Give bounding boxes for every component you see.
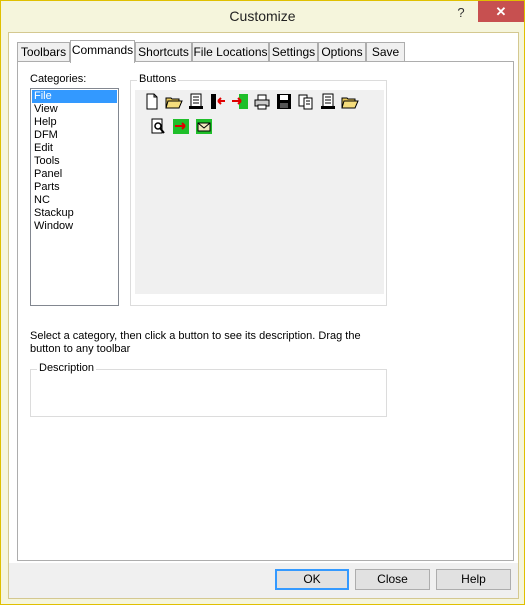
tab-settings[interactable]: Settings xyxy=(269,42,318,62)
print-preview-icon[interactable] xyxy=(149,118,167,135)
open-folder-icon[interactable] xyxy=(341,93,359,110)
category-item-panel[interactable]: Panel xyxy=(32,168,117,181)
category-item-parts[interactable]: Parts xyxy=(32,181,117,194)
buttons-group-label: Buttons xyxy=(137,73,179,85)
import-icon[interactable] xyxy=(231,93,249,110)
tab-file-locations[interactable]: File Locations xyxy=(192,42,269,62)
category-item-stackup[interactable]: Stackup xyxy=(32,207,117,220)
description-groupbox xyxy=(30,369,387,417)
tab-options[interactable]: Options xyxy=(318,42,366,62)
category-item-file[interactable]: File xyxy=(32,90,117,103)
export-mail-icon[interactable] xyxy=(195,118,213,135)
save-icon[interactable] xyxy=(275,93,293,110)
close-button[interactable]: Close xyxy=(355,569,430,590)
title-close-button[interactable]: ✕ xyxy=(478,1,524,22)
help-button[interactable]: Help xyxy=(436,569,511,590)
window-title: Customize xyxy=(229,8,296,24)
title-bar[interactable]: Customize ? ✕ xyxy=(1,1,524,32)
document-icon[interactable] xyxy=(319,93,337,110)
tab-toolbars[interactable]: Toolbars xyxy=(17,42,70,62)
category-item-help[interactable]: Help xyxy=(32,116,117,129)
category-item-dfm[interactable]: DFM xyxy=(32,129,117,142)
exit-icon[interactable] xyxy=(209,93,227,110)
category-item-window[interactable]: Window xyxy=(32,220,117,233)
tab-save[interactable]: Save xyxy=(366,42,405,62)
title-help-button[interactable]: ? xyxy=(447,2,475,23)
category-item-nc[interactable]: NC xyxy=(32,194,117,207)
category-item-tools[interactable]: Tools xyxy=(32,155,117,168)
copy-files-icon[interactable] xyxy=(297,93,315,110)
tab-commands[interactable]: Commands xyxy=(70,40,135,63)
categories-listbox[interactable]: File View Help DFM Edit Tools Panel Part… xyxy=(30,88,119,306)
category-item-view[interactable]: View xyxy=(32,103,117,116)
dialog-client-area: Toolbars Commands Shortcuts File Locatio… xyxy=(8,32,519,599)
ok-button[interactable]: OK xyxy=(275,569,349,590)
description-group-label: Description xyxy=(37,362,97,374)
buttons-palette xyxy=(135,90,384,294)
document-icon[interactable] xyxy=(187,93,205,110)
customize-dialog: Customize ? ✕ Toolbars Commands Shortcut… xyxy=(0,0,525,605)
print-icon[interactable] xyxy=(253,93,271,110)
open-folder-icon[interactable] xyxy=(165,93,183,110)
import-icon[interactable] xyxy=(172,118,190,135)
new-file-icon[interactable] xyxy=(143,93,161,110)
tab-shortcuts[interactable]: Shortcuts xyxy=(135,42,192,62)
hint-text: Select a category, then click a button t… xyxy=(30,330,361,355)
categories-label: Categories: xyxy=(30,73,87,85)
category-item-edit[interactable]: Edit xyxy=(32,142,117,155)
